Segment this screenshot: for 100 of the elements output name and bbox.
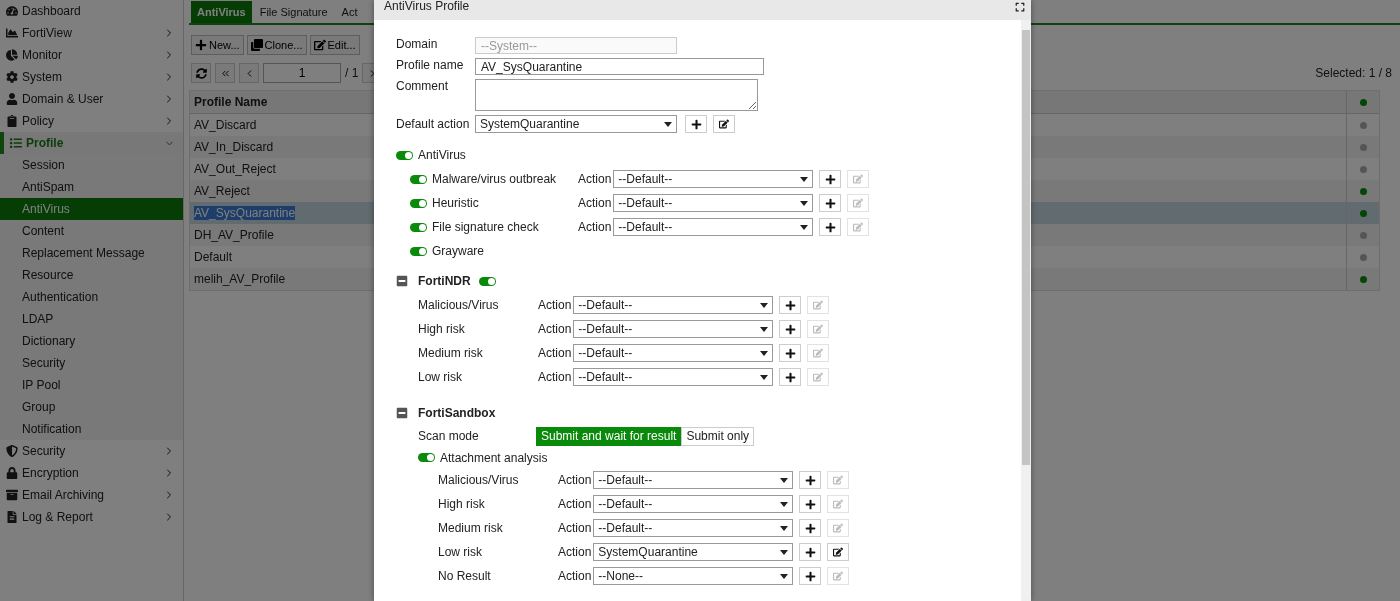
table-cell: AV_Out_Reject (194, 162, 276, 176)
add-button[interactable] (799, 495, 822, 513)
action-dropdown[interactable]: SystemQuarantine (593, 543, 794, 561)
toolbar-button[interactable]: Edit... (309, 35, 360, 55)
table-cell: melih_AV_Profile (194, 272, 286, 286)
refresh-button[interactable] (191, 63, 211, 83)
sidebar-item[interactable]: Domain & User (0, 88, 183, 110)
plus-icon (784, 323, 796, 335)
action-label: Action (558, 473, 592, 487)
option-label: Medium risk (438, 521, 504, 535)
plus-icon (804, 570, 816, 582)
option-label: File signature check (432, 220, 540, 234)
sidebar-subitem[interactable]: IP Pool (0, 374, 183, 396)
tab[interactable]: Act (335, 1, 364, 23)
sidebar-item[interactable]: Dashboard (0, 0, 183, 22)
add-button[interactable] (819, 218, 842, 236)
status-dot-icon (1359, 98, 1367, 106)
sidebar-subitem[interactable]: Session (0, 154, 183, 176)
option-label: Malware/virus outbreak (432, 172, 558, 186)
collapse-icon[interactable] (396, 407, 408, 419)
add-button[interactable] (819, 194, 842, 212)
add-button[interactable] (799, 471, 822, 489)
plus-icon (804, 498, 816, 510)
toggle-switch[interactable] (478, 276, 496, 286)
text-field[interactable]: AV_SysQuarantine (475, 58, 764, 75)
sidebar-subitem[interactable]: AntiSpam (0, 176, 183, 198)
sidebar-subitem[interactable]: Group (0, 396, 183, 418)
sidebar-subitem[interactable]: Security (0, 352, 183, 374)
option-label: Grayware (432, 244, 485, 258)
page-input[interactable]: 1 (263, 63, 341, 83)
option-label: Low risk (418, 370, 463, 384)
tab[interactable]: AntiVirus (191, 1, 252, 23)
add-button[interactable] (779, 368, 802, 386)
option-label: Heuristic (432, 196, 480, 210)
toolbar-button[interactable]: New... (191, 35, 244, 55)
sidebar-subitem[interactable]: Authentication (0, 286, 183, 308)
plus-icon (824, 221, 836, 233)
action-dropdown[interactable]: --Default-- (573, 296, 774, 314)
sidebar-subitem[interactable]: Notification (0, 418, 183, 440)
add-button[interactable] (779, 344, 802, 362)
action-dropdown[interactable]: --Default-- (593, 471, 794, 489)
add-button[interactable] (779, 296, 802, 314)
field-label: Profile name (396, 58, 465, 72)
option-label: Malicious/Virus (438, 473, 520, 487)
first-page-button[interactable] (215, 63, 235, 83)
scan-mode-button[interactable]: Submit only (681, 426, 755, 446)
scan-mode-button[interactable]: Submit and wait for result (536, 426, 682, 446)
copy-icon (250, 39, 263, 51)
collapse-icon[interactable] (396, 275, 408, 287)
sidebar-subitem[interactable]: Content (0, 220, 183, 242)
add-button[interactable] (779, 320, 802, 338)
sidebar-item[interactable]: Email Archiving (0, 484, 183, 506)
comment-field[interactable] (475, 79, 758, 111)
scrollbar[interactable] (1021, 20, 1031, 601)
action-dropdown[interactable]: --Default-- (573, 368, 774, 386)
add-button[interactable] (685, 115, 707, 133)
sidebar-item[interactable]: Encryption (0, 462, 183, 484)
edit-icon (853, 174, 864, 184)
toolbar-button[interactable]: Clone... (246, 35, 307, 55)
default-action-dropdown[interactable]: SystemQuarantine (475, 115, 677, 133)
action-dropdown[interactable]: --Default-- (613, 194, 814, 212)
action-dropdown[interactable]: --Default-- (573, 320, 774, 338)
sidebar-item[interactable]: System (0, 66, 183, 88)
toggle-switch[interactable] (410, 246, 427, 256)
sidebar-item[interactable]: Profile (0, 132, 183, 154)
toggle-switch[interactable] (396, 150, 413, 160)
sidebar-item[interactable]: Log & Report (0, 506, 183, 528)
sidebar-item[interactable]: Security (0, 440, 183, 462)
edit-button[interactable] (713, 115, 735, 133)
toggle-switch[interactable] (410, 174, 427, 184)
add-button[interactable] (799, 543, 822, 561)
tab[interactable]: File Signature (253, 1, 334, 23)
field-label: Domain (396, 37, 439, 51)
sidebar-subitem[interactable]: AntiVirus (0, 198, 183, 220)
maximize-icon[interactable] (1015, 2, 1025, 12)
toggle-switch[interactable] (410, 198, 427, 208)
edit-icon (813, 348, 824, 358)
action-dropdown[interactable]: --Default-- (573, 344, 774, 362)
edit-icon (833, 547, 844, 557)
toggle-switch[interactable] (418, 453, 435, 462)
sidebar-subitem[interactable]: Resource (0, 264, 183, 286)
action-dropdown[interactable]: --Default-- (593, 495, 794, 513)
action-dropdown[interactable]: --None-- (593, 567, 794, 585)
edit-icon (813, 324, 824, 334)
sidebar-item[interactable]: FortiView (0, 22, 183, 44)
action-dropdown[interactable]: --Default-- (593, 519, 794, 537)
action-dropdown[interactable]: --Default-- (613, 218, 814, 236)
sidebar-item[interactable]: Monitor (0, 44, 183, 66)
sidebar-subitem[interactable]: Dictionary (0, 330, 183, 352)
edit-button[interactable] (827, 543, 850, 561)
toggle-switch[interactable] (410, 222, 427, 232)
action-dropdown[interactable]: --Default-- (613, 170, 814, 188)
add-button[interactable] (799, 519, 822, 537)
menu-icon (10, 137, 22, 149)
sidebar-subitem[interactable]: LDAP (0, 308, 183, 330)
action-label: Action (558, 497, 592, 511)
sidebar-subitem[interactable]: Replacement Message (0, 242, 183, 264)
add-button[interactable] (819, 170, 842, 188)
sidebar-item[interactable]: Policy (0, 110, 183, 132)
add-button[interactable] (799, 567, 822, 585)
